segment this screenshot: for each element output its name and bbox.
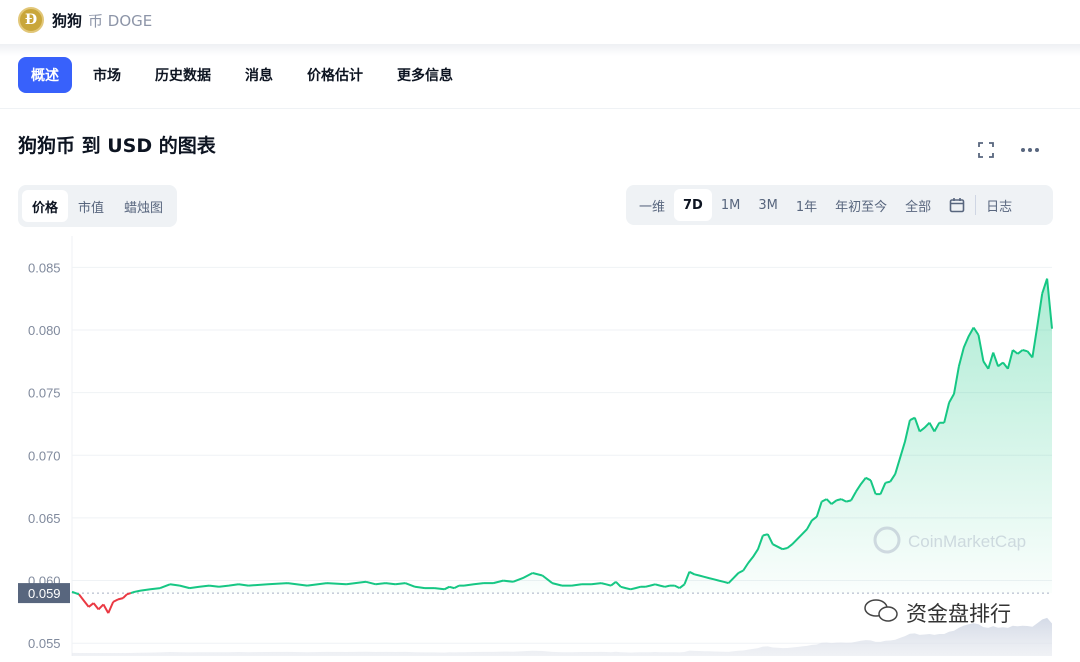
y-tick-label: 0.070 <box>28 448 61 463</box>
tabs-divider <box>0 108 1080 109</box>
y-tick-label: 0.055 <box>28 636 61 651</box>
tab-news[interactable]: 消息 <box>232 57 286 93</box>
coin-name: 狗狗 <box>52 11 83 30</box>
log-scale-toggle[interactable]: 日志 <box>977 189 1021 221</box>
section-tabs: 概述 市场 历史数据 消息 价格估计 更多信息 <box>18 56 474 94</box>
range-1m[interactable]: 1M <box>712 189 750 221</box>
chart-title: 狗狗币 到 USD 的图表 <box>18 135 216 157</box>
price-area-fill <box>72 278 1052 594</box>
more-icon[interactable] <box>1018 138 1042 162</box>
coin-header: Ð 狗狗 币 DOGE <box>0 0 1080 40</box>
range-ytd[interactable]: 年初至今 <box>826 189 896 221</box>
svg-text:0.059: 0.059 <box>28 586 61 601</box>
time-range-toggle: 一维 7D 1M 3M 1年 年初至今 全部 日志 <box>626 185 1053 225</box>
tab-more-info[interactable]: 更多信息 <box>384 57 466 93</box>
chart-type-candlestick[interactable]: 蜡烛图 <box>114 190 173 222</box>
y-tick-label: 0.080 <box>28 323 61 338</box>
range-1d[interactable]: 一维 <box>630 189 674 221</box>
range-all[interactable]: 全部 <box>896 189 940 221</box>
chart-type-market-cap[interactable]: 市值 <box>68 190 114 222</box>
range-1y[interactable]: 1年 <box>787 189 826 221</box>
price-chart[interactable]: 0.0850.0800.0750.0700.0650.0600.055 0.05… <box>0 236 1080 662</box>
price-line-below-open <box>78 592 132 614</box>
dogecoin-logo-icon: Ð <box>18 7 44 33</box>
tab-overview[interactable]: 概述 <box>18 57 72 93</box>
tab-historical-data[interactable]: 历史数据 <box>142 57 224 93</box>
tab-price-estimates[interactable]: 价格估计 <box>294 57 376 93</box>
baseline-price-tag: 0.059 <box>18 583 70 604</box>
wechat-overlay-watermark: 资金盘排行 <box>864 599 1011 626</box>
fullscreen-icon[interactable] <box>974 138 998 162</box>
chart-type-toggle: 价格 市值 蜡烛图 <box>18 185 178 227</box>
coin-symbol: 币 DOGE <box>88 11 153 30</box>
svg-text:CoinMarketCap: CoinMarketCap <box>908 532 1026 551</box>
range-separator <box>975 195 977 215</box>
volume-area <box>72 617 1052 656</box>
header-shadow <box>0 44 1080 56</box>
tab-markets[interactable]: 市场 <box>80 57 134 93</box>
chart-type-price[interactable]: 价格 <box>22 190 69 222</box>
svg-text:资金盘排行: 资金盘排行 <box>906 602 1011 626</box>
range-7d[interactable]: 7D <box>674 189 712 221</box>
y-tick-label: 0.065 <box>28 511 61 526</box>
range-3m[interactable]: 3M <box>749 189 787 221</box>
calendar-icon[interactable] <box>940 189 974 221</box>
y-tick-label: 0.075 <box>28 386 61 401</box>
y-tick-label: 0.085 <box>28 260 61 275</box>
